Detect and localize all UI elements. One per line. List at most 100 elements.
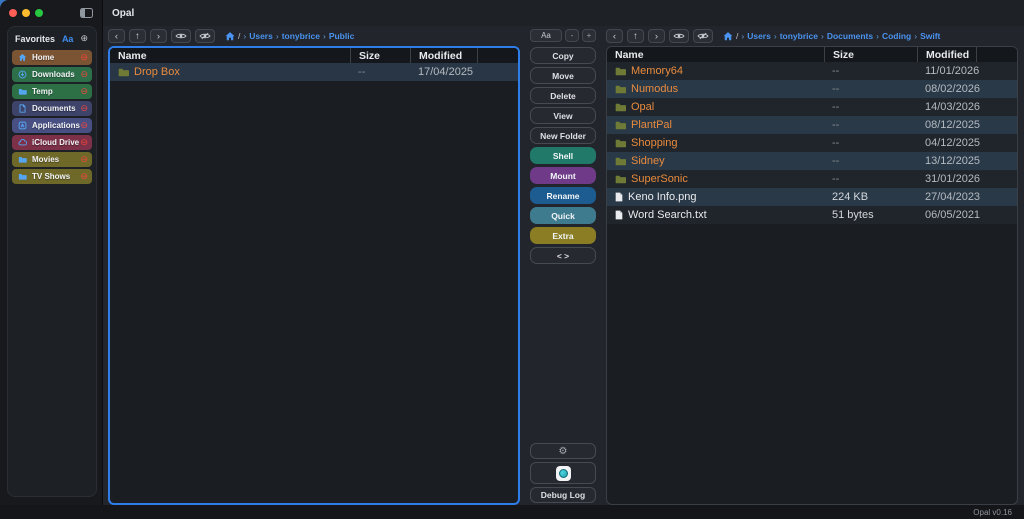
remove-favorite-icon[interactable]: ⊖: [80, 172, 88, 181]
remove-favorite-icon[interactable]: ⊖: [80, 70, 88, 79]
breadcrumb-segment[interactable]: Coding: [882, 31, 911, 41]
folder-icon: [615, 121, 626, 130]
file-row[interactable]: Opal -- 14/03/2026: [607, 98, 1017, 116]
copy-button[interactable]: Copy: [530, 47, 596, 64]
file-row[interactable]: SuperSonic -- 31/01/2026: [607, 170, 1017, 188]
favorites-font-size-button[interactable]: Aa: [62, 34, 74, 44]
file-name: Drop Box: [134, 66, 180, 78]
eye-icon: [673, 32, 685, 40]
quick-button[interactable]: Quick: [530, 207, 596, 224]
sidebar-item-home[interactable]: Home ⊖: [12, 50, 92, 65]
breadcrumb-segment[interactable]: Users: [747, 31, 771, 41]
column-header-size[interactable]: Size: [350, 48, 410, 63]
file-row[interactable]: Word Search.txt 51 bytes 06/05/2021: [607, 206, 1017, 224]
titlebar-main[interactable]: Opal: [103, 0, 1024, 26]
column-header-modified[interactable]: Modified: [917, 47, 1017, 62]
remove-favorite-icon[interactable]: ⊖: [80, 53, 88, 62]
rename-button[interactable]: Rename: [530, 187, 596, 204]
sidebar-item-documents[interactable]: Documents ⊖: [12, 101, 92, 116]
delete-button[interactable]: Delete: [530, 87, 596, 104]
minimize-button[interactable]: [22, 9, 30, 17]
back-button[interactable]: ‹: [606, 29, 623, 43]
remove-favorite-icon[interactable]: ⊖: [80, 121, 88, 130]
sidebar-item-downloads[interactable]: Downloads ⊖: [12, 67, 92, 82]
up-button[interactable]: ↑: [129, 29, 146, 43]
breadcrumb-segment[interactable]: Public: [329, 31, 355, 41]
font-size-button[interactable]: Aa: [530, 29, 562, 42]
column-header-name[interactable]: Name: [607, 47, 824, 62]
file-row[interactable]: Shopping -- 04/12/2025: [607, 134, 1017, 152]
breadcrumb-segment[interactable]: Swift: [920, 31, 940, 41]
file-row[interactable]: Sidney -- 13/12/2025: [607, 152, 1017, 170]
breadcrumb-segment[interactable]: tonybrice: [780, 31, 818, 41]
column-header-name[interactable]: Name: [110, 48, 350, 63]
file-row[interactable]: Numodus -- 08/02/2026: [607, 80, 1017, 98]
sidebar-item-icloud-drive[interactable]: iCloud Drive ⊖: [12, 135, 92, 150]
file-size: --: [824, 65, 917, 77]
close-button[interactable]: [9, 9, 17, 17]
--button[interactable]: < >: [530, 247, 596, 264]
left-file-list[interactable]: NameSizeModified Drop Box -- 17/04/2025: [108, 46, 520, 505]
breadcrumb-segment[interactable]: Documents: [827, 31, 873, 41]
file-name: Numodus: [631, 83, 678, 95]
move-button[interactable]: Move: [530, 67, 596, 84]
breadcrumb-separator: ›: [821, 31, 824, 41]
decrease-button[interactable]: -: [565, 29, 579, 42]
hide-hidden-button[interactable]: [693, 29, 713, 43]
folder-icon: [18, 87, 27, 96]
file-icon: [615, 192, 623, 202]
settings-button[interactable]: ⚙: [530, 443, 596, 459]
file-row[interactable]: Memory64 -- 11/01/2026: [607, 62, 1017, 80]
shell-button[interactable]: Shell: [530, 147, 596, 164]
sidebar-item-temp[interactable]: Temp ⊖: [12, 84, 92, 99]
column-header-size[interactable]: Size: [824, 47, 917, 62]
breadcrumb-segment[interactable]: Users: [249, 31, 273, 41]
zoom-button[interactable]: [35, 9, 43, 17]
folder-icon: [615, 175, 626, 184]
sidebar-item-label: Temp: [32, 87, 53, 96]
app-button[interactable]: [530, 462, 596, 484]
remove-favorite-icon[interactable]: ⊖: [80, 138, 88, 147]
gear-icon: ⚙: [559, 446, 568, 457]
column-header-modified[interactable]: Modified: [410, 48, 518, 63]
breadcrumb-root: /: [238, 31, 240, 41]
mount-button[interactable]: Mount: [530, 167, 596, 184]
remove-favorite-icon[interactable]: ⊖: [80, 104, 88, 113]
add-favorite-button[interactable]: ⊕: [80, 33, 88, 44]
breadcrumb-separator: ›: [914, 31, 917, 41]
file-size: --: [824, 137, 917, 149]
left-pane: ‹↑› /›Users›tonybrice›Public NameSizeMod…: [108, 26, 520, 505]
debug-log-button[interactable]: Debug Log: [530, 487, 596, 503]
hide-hidden-button[interactable]: [195, 29, 215, 43]
sidebar-item-applications[interactable]: Applications ⊖: [12, 118, 92, 133]
version-label: Opal v0.16: [973, 508, 1012, 517]
forward-button[interactable]: ›: [648, 29, 665, 43]
forward-button[interactable]: ›: [150, 29, 167, 43]
show-hidden-button[interactable]: [669, 29, 689, 43]
sidebar-item-tv-shows[interactable]: TV Shows ⊖: [12, 169, 92, 184]
remove-favorite-icon[interactable]: ⊖: [80, 155, 88, 164]
increase-button[interactable]: +: [582, 29, 596, 42]
sidebar-item-movies[interactable]: Movies ⊖: [12, 152, 92, 167]
file-row[interactable]: Keno Info.png 224 KB 27/04/2023: [607, 188, 1017, 206]
right-pane: ‹↑› /›Users›tonybrice›Documents›Coding›S…: [606, 26, 1018, 505]
remove-favorite-icon[interactable]: ⊖: [80, 87, 88, 96]
new-folder-button[interactable]: New Folder: [530, 127, 596, 144]
opal-app-icon: [556, 466, 571, 481]
show-hidden-button[interactable]: [171, 29, 191, 43]
home-icon[interactable]: [723, 32, 733, 41]
up-icon: ↑: [633, 31, 638, 42]
back-button[interactable]: ‹: [108, 29, 125, 43]
extra-button[interactable]: Extra: [530, 227, 596, 244]
breadcrumb: /›Users›tonybrice›Documents›Coding›Swift: [723, 31, 940, 41]
file-row[interactable]: Drop Box -- 17/04/2025: [110, 63, 518, 81]
breadcrumb-segment[interactable]: tonybrice: [282, 31, 320, 41]
right-file-list[interactable]: NameSizeModified Memory64 -- 11/01/2026 …: [606, 46, 1018, 505]
view-button[interactable]: View: [530, 107, 596, 124]
up-button[interactable]: ↑: [627, 29, 644, 43]
sidebar-toggle-icon[interactable]: [80, 8, 93, 18]
home-icon[interactable]: [225, 32, 235, 41]
file-row[interactable]: PlantPal -- 08/12/2025: [607, 116, 1017, 134]
command-column: Aa - + Copy Move Delete View New Folder Shell…: [530, 26, 596, 505]
file-icon: [615, 210, 623, 220]
